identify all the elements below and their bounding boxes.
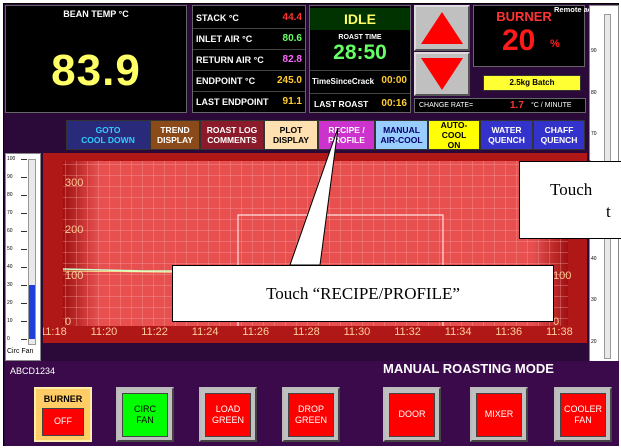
right-callout-line1: Touch	[550, 180, 593, 199]
roaster-control-screen: BEAN TEMP °C 83.9 STACK °C 44.4 INLET AIR …	[0, 0, 621, 448]
recipe-callout: Touch “RECIPE/PROFILE”	[172, 265, 554, 322]
right-callout: Touch t	[519, 161, 621, 239]
right-callout-line2: t	[606, 202, 611, 221]
recipe-callout-text: Touch “RECIPE/PROFILE”	[266, 283, 460, 303]
